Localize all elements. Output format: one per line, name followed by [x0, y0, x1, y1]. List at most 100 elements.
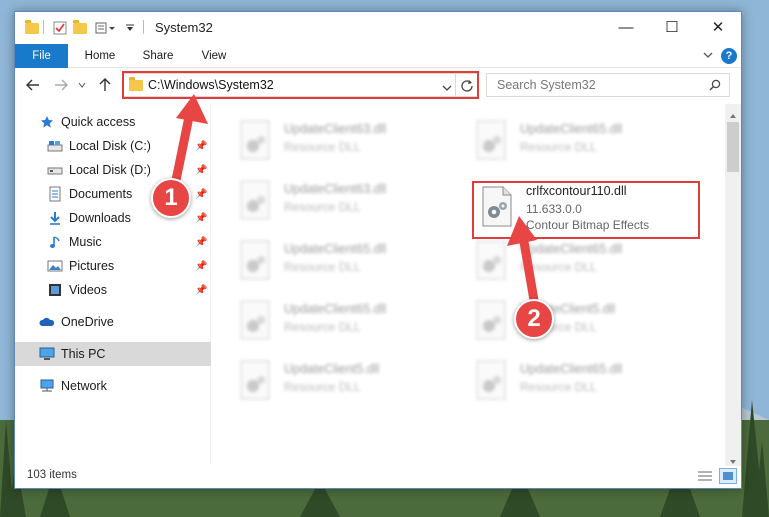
file-type: Resource DLL [284, 140, 361, 154]
list-item[interactable]: UpdateClient65.dll Resource DLL [474, 118, 694, 166]
file-name: UpdateClient65.dll [284, 302, 387, 316]
details-view-icon[interactable] [697, 470, 713, 485]
sidebar-item-label: Local Disk (D:) [69, 163, 151, 177]
file-name: UpdateClient65.dll [520, 362, 623, 376]
sidebar-item-label: Videos [69, 283, 107, 297]
title-bar: System32 — ☐ ✕ [15, 12, 741, 44]
scroll-up-arrow-icon[interactable] [729, 108, 737, 122]
list-item[interactable]: UpdateClient65.dll Resource DLL [238, 238, 458, 286]
step-2-callout: 2 [514, 299, 554, 339]
pin-icon[interactable]: 📌 [195, 237, 207, 248]
cloud-icon [39, 314, 55, 330]
file-name: UpdateClient65.dll [520, 122, 623, 136]
window-title: System32 [155, 20, 213, 35]
dll-file-icon [240, 120, 270, 160]
sidebar-item-label: Local Disk (C:) [69, 139, 151, 153]
file-type: Resource DLL [284, 260, 361, 274]
dll-file-icon [240, 360, 270, 400]
file-type: Resource DLL [284, 320, 361, 334]
sidebar-item-pictures[interactable]: Pictures 📌 [15, 254, 211, 278]
sidebar-item-label: Documents [69, 187, 133, 201]
sidebar-item-label: Downloads [69, 211, 131, 225]
list-item[interactable]: UpdateClient5.dll Resource DLL [238, 358, 458, 406]
sidebar-item-network[interactable]: Network [15, 374, 211, 398]
tab-home[interactable]: Home [75, 44, 125, 68]
new-folder-icon[interactable] [71, 19, 89, 36]
up-arrow-icon[interactable] [95, 75, 115, 95]
recent-locations-chevron-icon[interactable] [75, 75, 89, 95]
music-icon [47, 234, 63, 250]
dll-file-icon [240, 240, 270, 280]
file-name: UpdateClient65.dll [284, 242, 387, 256]
sidebar-item-this-pc[interactable]: This PC [15, 342, 211, 366]
sidebar-item-label: OneDrive [61, 315, 114, 329]
computer-icon [39, 346, 55, 362]
videos-icon [47, 282, 63, 298]
close-button[interactable]: ✕ [695, 12, 741, 42]
sidebar-item-label: Music [69, 235, 102, 249]
dll-file-icon [476, 300, 506, 340]
sidebar-item-label: Network [61, 379, 107, 393]
dll-file-icon [476, 120, 506, 160]
documents-icon [47, 186, 63, 202]
pin-icon[interactable]: 📌 [195, 213, 207, 224]
list-item[interactable]: UpdateClient65.dll Resource DLL [238, 298, 458, 346]
ribbon-expand-chevron-icon[interactable] [703, 50, 713, 63]
search-placeholder: Search System32 [497, 78, 596, 92]
tab-view[interactable]: View [191, 44, 237, 68]
divider [143, 20, 144, 34]
navigation-bar: C:\Windows\System32 Search System32 [15, 69, 741, 101]
file-name: UpdateClient5.dll [284, 362, 380, 376]
downloads-icon [47, 210, 63, 226]
scrollbar-thumb[interactable] [727, 122, 739, 172]
step-1-callout: 1 [151, 178, 191, 218]
vertical-scrollbar[interactable] [725, 104, 741, 466]
star-icon [39, 114, 55, 130]
list-item[interactable]: UpdateClient63.dll Resource DLL [238, 178, 458, 226]
customize-toolbar-icon[interactable] [93, 20, 119, 36]
file-explorer-window: System32 — ☐ ✕ File Home Share View ? C:… [14, 11, 742, 489]
large-icons-view-icon[interactable] [719, 468, 737, 484]
sidebar-item-music[interactable]: Music 📌 [15, 230, 211, 254]
pin-icon[interactable]: 📌 [195, 285, 207, 296]
dll-file-icon [476, 240, 506, 280]
minimize-button[interactable]: — [603, 12, 649, 42]
sidebar-item-videos[interactable]: Videos 📌 [15, 278, 211, 302]
sidebar-item-label: Pictures [69, 259, 115, 273]
help-icon[interactable]: ? [721, 48, 737, 64]
file-type: Resource DLL [284, 200, 361, 214]
search-icon[interactable] [709, 79, 721, 94]
ribbon-tabs: File Home Share View ? [15, 44, 741, 68]
divider [43, 20, 44, 34]
pin-icon[interactable]: 📌 [195, 261, 207, 272]
pictures-icon [47, 258, 63, 274]
drive-icon [47, 138, 63, 154]
list-item[interactable]: UpdateClient65.dll Resource DLL [474, 358, 694, 406]
dll-file-icon [240, 300, 270, 340]
file-type: Resource DLL [520, 380, 597, 394]
forward-arrow-icon[interactable] [51, 75, 71, 95]
file-type: Resource DLL [520, 140, 597, 154]
dll-file-icon [476, 360, 506, 400]
list-item[interactable]: UpdateClient63.dll Resource DLL [238, 118, 458, 166]
file-list: UpdateClient63.dll Resource DLL UpdateCl… [212, 104, 724, 464]
status-bar: 103 items [15, 466, 741, 488]
back-arrow-icon[interactable] [23, 75, 43, 95]
sidebar-item-onedrive[interactable]: OneDrive [15, 310, 211, 334]
file-type: Resource DLL [284, 380, 361, 394]
properties-icon[interactable] [51, 20, 69, 36]
file-name: UpdateClient63.dll [284, 182, 387, 196]
search-input[interactable]: Search System32 [486, 73, 730, 97]
tab-file[interactable]: File [15, 44, 68, 68]
sidebar-item-label: Quick access [61, 115, 136, 129]
tab-share[interactable]: Share [133, 44, 183, 68]
dll-file-icon [240, 180, 270, 220]
maximize-button[interactable]: ☐ [649, 12, 695, 42]
drive-icon [47, 162, 63, 178]
folder-icon[interactable] [23, 19, 41, 36]
item-count: 103 items [27, 469, 77, 481]
chevron-down-icon[interactable] [121, 20, 139, 36]
file-name: UpdateClient63.dll [284, 122, 387, 136]
network-icon [39, 378, 55, 394]
sidebar-item-label: This PC [61, 347, 106, 361]
